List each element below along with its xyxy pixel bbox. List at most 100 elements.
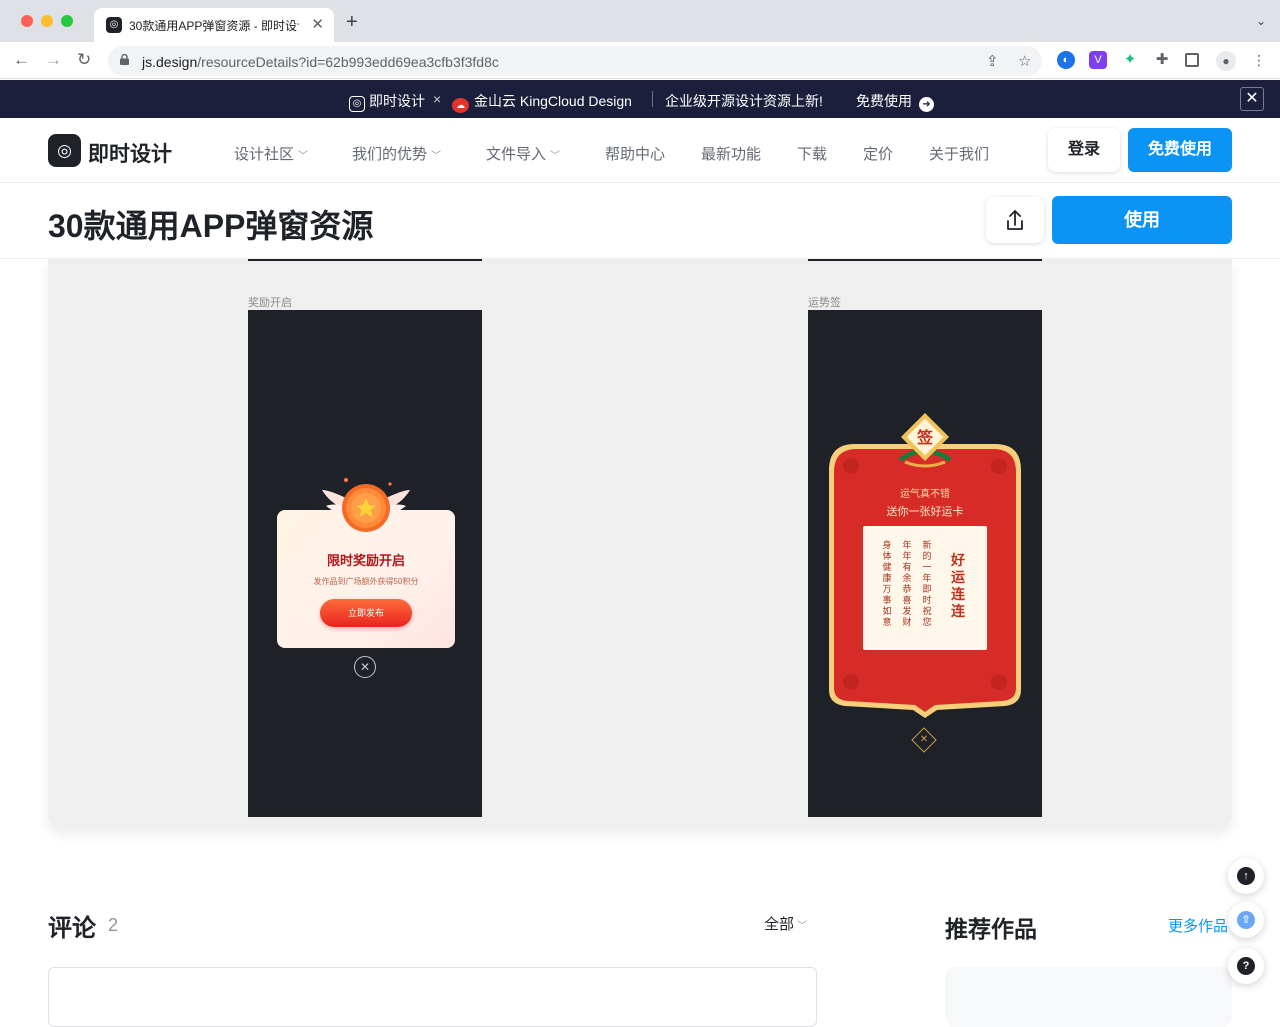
back-icon[interactable]: ← — [13, 49, 30, 71]
browser-toolbar: ← → ↻ js.design/resourceDetails?id=62b99… — [0, 42, 1280, 79]
chevron-down-icon: ﹀ — [550, 151, 561, 162]
arrow-up-icon: ↑ — [1237, 867, 1255, 885]
lock-icon — [120, 54, 129, 65]
fortune-line1: 运气真不错 — [900, 489, 950, 500]
upload-button[interactable]: ⇧ — [1228, 902, 1264, 938]
help-button[interactable]: ? — [1228, 948, 1264, 984]
resource-title-bar: 30款通用APP弹窗资源 使用 — [0, 183, 1280, 259]
share-page-icon[interactable]: ⇪ — [986, 52, 999, 70]
extension-v-icon[interactable]: V — [1089, 51, 1107, 69]
comments-title: 评论 — [48, 915, 96, 942]
fortune-column-2: 年年有余 恭喜发财 — [902, 540, 912, 627]
nav-our-advantages[interactable]: 我们的优势 ﹀ — [352, 143, 441, 164]
frame-edge — [248, 259, 482, 261]
url-text: js.design/resourceDetails?id=62b993edd69… — [142, 54, 499, 70]
forward-icon[interactable]: → — [45, 49, 62, 71]
address-bar[interactable]: js.design/resourceDetails?id=62b993edd69… — [108, 46, 1042, 76]
comments-filter-dropdown[interactable]: 全部 ﹀ — [764, 913, 807, 934]
fortune-column-3: 新的一年 即时祝您 — [922, 540, 932, 627]
sidebar-icon[interactable] — [1185, 53, 1199, 67]
arrow-right-icon: ➜ — [918, 97, 934, 112]
frame-fortune: 签 运气真不错 送你一张好运卡 身体健康 万事如意 年年有余 恭喜发财 新的一年… — [808, 310, 1042, 817]
logo-text[interactable]: 即时设计 — [88, 138, 172, 168]
window-minimize-button[interactable] — [41, 15, 53, 27]
fortune-big-text: 好运连连 — [951, 552, 965, 619]
reward-close-icon: ✕ — [354, 656, 376, 678]
window-zoom-button[interactable] — [61, 15, 73, 27]
nav-file-import[interactable]: 文件导入 ﹀ — [486, 143, 560, 164]
banner-brand1-label: 即时设计 — [369, 93, 425, 109]
nav-pricing[interactable]: 定价 — [863, 143, 893, 164]
nav-help-center[interactable]: 帮助中心 — [605, 143, 665, 164]
publish-now-button: 立即发布 — [320, 599, 412, 627]
banner-cta[interactable]: 免费使用 ➜ — [856, 91, 934, 112]
tab-close-icon[interactable]: ✕ — [311, 15, 324, 33]
banner-brand1: ◎ 即时设计 — [349, 91, 425, 112]
nav-new-features[interactable]: 最新功能 — [701, 143, 761, 164]
reward-title: 限时奖励开启 — [326, 553, 405, 568]
use-button[interactable]: 使用 — [1052, 196, 1232, 244]
chevron-down-icon: ﹀ — [431, 151, 442, 162]
login-button[interactable]: 登录 — [1048, 128, 1120, 172]
url-path: /resourceDetails?id=62b993edd69ea3cfb3f3… — [197, 54, 499, 70]
fortune-paper: 身体健康 万事如意 年年有余 恭喜发财 新的一年 即时祝您 好运连连 — [863, 526, 987, 650]
nav-design-community[interactable]: 设计社区 ﹀ — [234, 143, 308, 164]
browser-tab-bar: ◎ 30款通用APP弹窗资源 - 即时设计 ✕ + ⌄ — [0, 0, 1280, 42]
cloud-upload-icon: ⇧ — [1237, 911, 1255, 929]
banner-cta-label: 免费使用 — [856, 93, 912, 109]
filter-label: 全部 — [764, 916, 795, 933]
comments-count: 2 — [108, 915, 119, 935]
new-tab-icon[interactable]: + — [346, 12, 358, 32]
fortune-close-icon: ✕ — [911, 727, 937, 753]
frame-reward: 限时奖励开启 发作品到广场额外获得50积分 立即发布 ✕ — [248, 310, 482, 817]
banner-brand2: ☁ 金山云 KingCloud Design — [452, 91, 632, 113]
nav-label: 文件导入 — [486, 146, 547, 163]
bookmark-star-icon[interactable]: ☆ — [1018, 52, 1031, 70]
jsdesign-logo-icon: ◎ — [349, 96, 365, 112]
tab-search-chevron-icon[interactable]: ⌄ — [1256, 14, 1266, 28]
winged-star-medal-icon — [322, 478, 410, 532]
browser-tab[interactable]: ◎ 30款通用APP弹窗资源 - 即时设计 ✕ — [94, 8, 334, 42]
question-icon: ? — [1237, 957, 1255, 975]
window-close-button[interactable] — [21, 15, 33, 27]
promo-banner: ◎ 即时设计 × ☁ 金山云 KingCloud Design 企业级开源设计资源上… — [0, 80, 1280, 118]
reward-subtitle: 发作品到广场额外获得50积分 — [313, 577, 419, 586]
frame-label-reward: 奖励开启 — [248, 297, 292, 309]
nav-label: 我们的优势 — [352, 146, 428, 163]
site-header: ◎ 即时设计 设计社区 ﹀ 我们的优势 ﹀ 文件导入 ﹀ 帮助中心 最新功能 下载 定… — [0, 118, 1280, 183]
frame-edge — [808, 259, 1042, 261]
fortune-badge-text: 签 — [916, 430, 933, 447]
frame-label-fortune: 运势签 — [808, 297, 841, 309]
banner-close-icon[interactable]: ✕ — [1240, 87, 1264, 111]
extension-globe-icon[interactable]: ◐ — [1057, 51, 1075, 69]
banner-brand2-label: 金山云 KingCloud Design — [474, 93, 632, 109]
extensions-puzzle-icon[interactable]: ✚ — [1153, 51, 1171, 69]
browser-menu-icon[interactable]: ⋮ — [1250, 51, 1268, 69]
chevron-down-icon: ﹀ — [797, 921, 808, 932]
kingcloud-logo-icon: ☁ — [452, 98, 469, 113]
fortune-column-1: 身体健康 万事如意 — [882, 540, 892, 627]
fortune-line2: 送你一张好运卡 — [886, 506, 964, 518]
tab-title: 30款通用APP弹窗资源 - 即时设计 — [129, 19, 299, 33]
banner-divider — [652, 91, 653, 107]
back-to-top-button[interactable]: ↑ — [1228, 858, 1264, 894]
preview-canvas[interactable]: 奖励开启 限时奖励开启 发作品到广场额外获得50积分 立即发布 ✕ 运势签 签 … — [48, 259, 1232, 828]
chevron-down-icon: ﹀ — [298, 151, 309, 162]
reload-icon[interactable]: ↻ — [77, 49, 91, 71]
comment-input-box[interactable] — [48, 967, 817, 1027]
page-title: 30款通用APP弹窗资源 — [48, 208, 374, 244]
profile-icon[interactable]: ● — [1216, 51, 1236, 71]
url-host: js.design — [142, 54, 198, 70]
more-works-link[interactable]: 更多作品 — [1168, 915, 1228, 936]
site-favicon-icon: ◎ — [106, 17, 122, 33]
extension-bird-icon[interactable]: ✦ — [1121, 51, 1139, 69]
recommended-card[interactable] — [945, 967, 1232, 1027]
free-use-button[interactable]: 免费使用 — [1128, 128, 1232, 172]
logo-icon[interactable]: ◎ — [48, 134, 81, 167]
share-button[interactable] — [986, 197, 1044, 243]
banner-times: × — [433, 91, 442, 107]
share-icon — [1007, 210, 1023, 230]
nav-about-us[interactable]: 关于我们 — [929, 143, 989, 164]
recommended-title: 推荐作品 — [945, 916, 1037, 942]
nav-download[interactable]: 下载 — [797, 143, 827, 164]
